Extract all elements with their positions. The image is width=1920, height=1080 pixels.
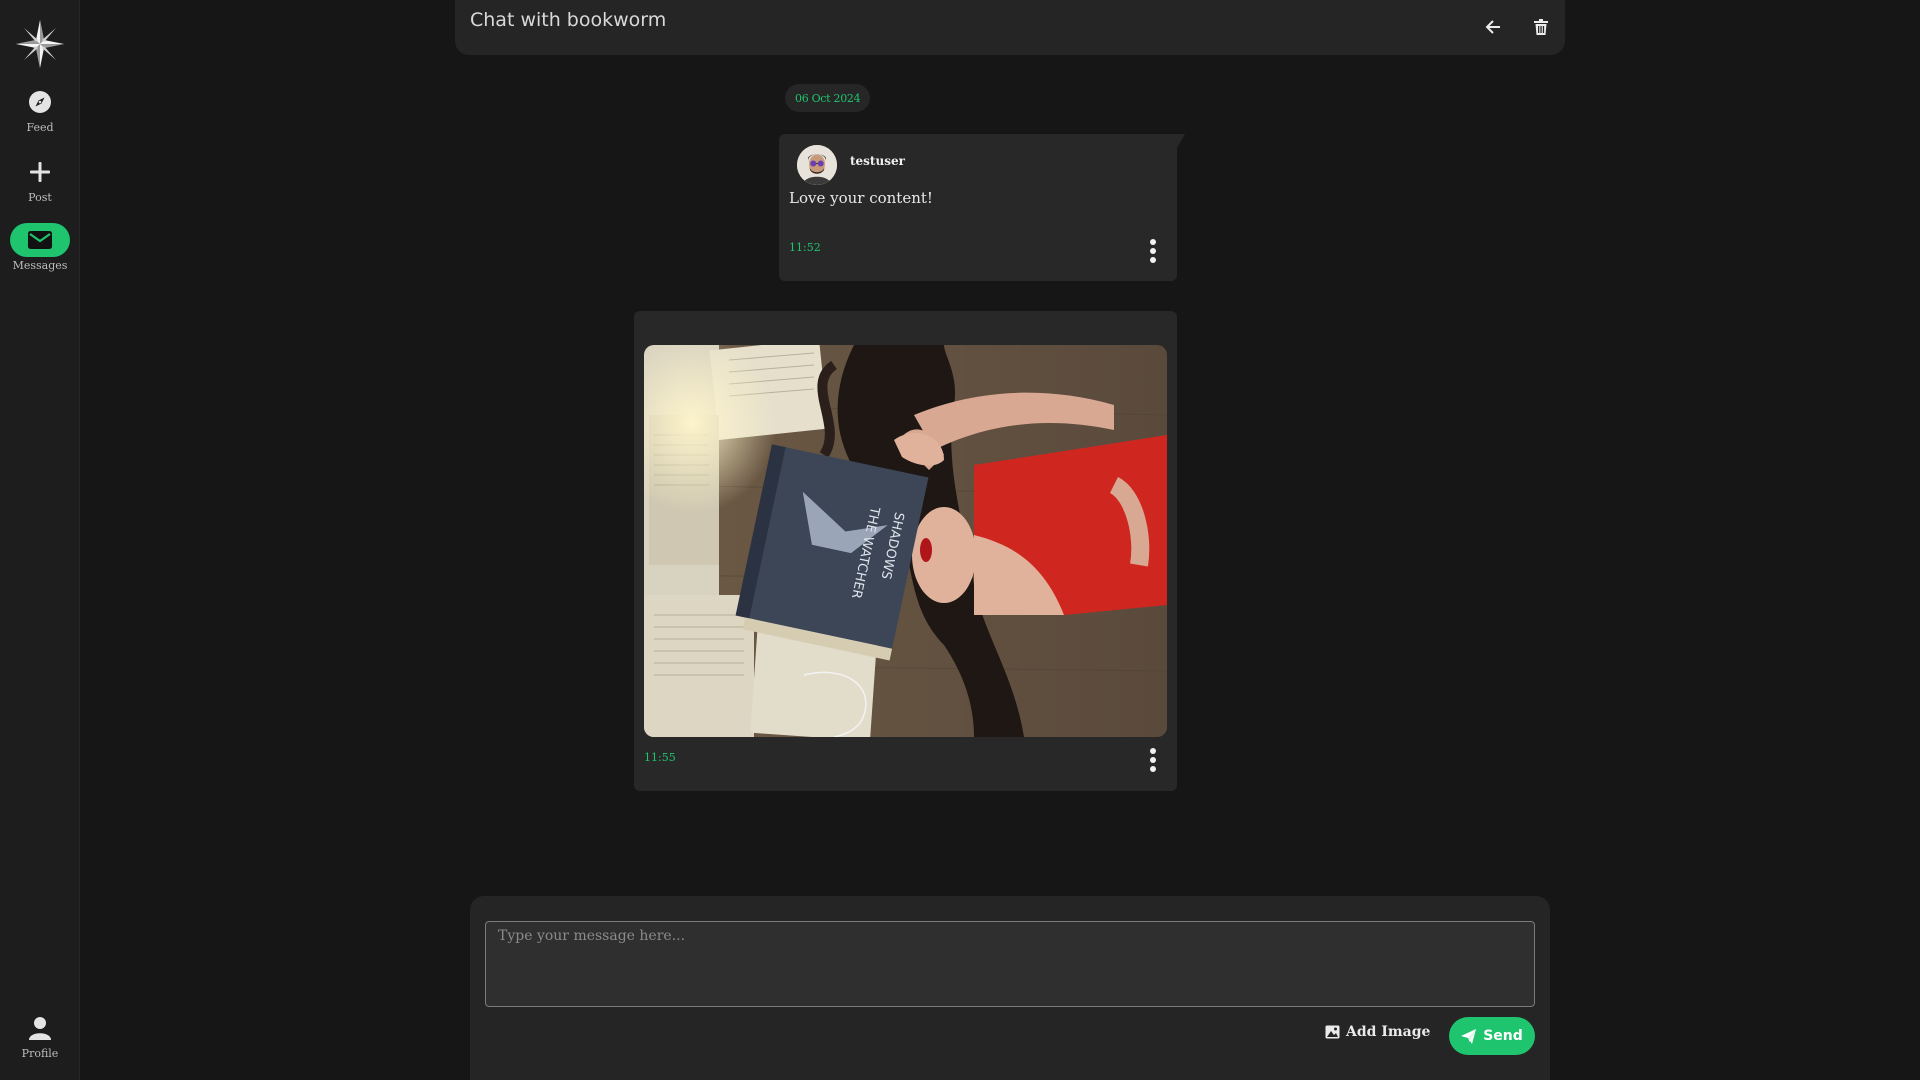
add-image-label: Add Image — [1346, 1024, 1431, 1040]
image-icon — [1325, 1025, 1340, 1039]
nav-feed-label: Feed — [26, 121, 54, 134]
message-bubble: testuser Love your content! 11:52 — [779, 134, 1185, 281]
kebab-dot — [1150, 757, 1156, 763]
back-button[interactable] — [1480, 14, 1506, 40]
nav-feed[interactable]: Feed — [0, 85, 80, 134]
chat-title: Chat with bookworm — [470, 9, 667, 31]
trash-icon — [1534, 19, 1548, 35]
paper-plane-icon — [1461, 1028, 1477, 1044]
kebab-dot — [1150, 248, 1156, 254]
nav-messages-label: Messages — [12, 259, 68, 272]
chat-header: Chat with bookworm — [455, 0, 1565, 55]
send-button[interactable]: Send — [1449, 1017, 1535, 1055]
app-logo-icon[interactable] — [14, 18, 66, 70]
plus-icon — [10, 155, 70, 189]
kebab-dot — [1150, 766, 1156, 772]
message-options-button[interactable] — [1145, 746, 1161, 774]
message-photo[interactable]: THE WATCHER SHADOWS — [644, 345, 1167, 737]
sender-name[interactable]: testuser — [850, 154, 905, 168]
message-input[interactable] — [485, 921, 1535, 1007]
message-time: 11:52 — [789, 241, 821, 254]
user-icon — [10, 1011, 70, 1045]
message-time: 11:55 — [644, 751, 676, 764]
kebab-dot — [1150, 257, 1156, 263]
delete-chat-button[interactable] — [1528, 14, 1554, 40]
nav-messages[interactable]: Messages — [0, 223, 80, 272]
image-message-bubble: THE WATCHER SHADOWS 11:55 — [634, 311, 1177, 791]
nav-profile-label: Profile — [21, 1047, 59, 1060]
envelope-icon — [10, 223, 70, 257]
avatar[interactable] — [797, 145, 837, 185]
kebab-dot — [1150, 239, 1156, 245]
sidebar: Feed Post Messages Profile — [0, 0, 80, 1080]
nav-post[interactable]: Post — [0, 155, 80, 204]
send-label: Send — [1483, 1028, 1523, 1044]
nav-post-label: Post — [28, 191, 52, 204]
date-divider: 06 Oct 2024 — [785, 84, 871, 112]
message-text: Love your content! — [789, 189, 933, 207]
arrow-left-icon — [1485, 20, 1500, 34]
kebab-dot — [1150, 748, 1156, 754]
bubble-tail — [1177, 134, 1185, 148]
compass-icon — [10, 85, 70, 119]
add-image-button[interactable]: Add Image — [1325, 1024, 1430, 1040]
message-options-button[interactable] — [1145, 237, 1161, 265]
nav-profile[interactable]: Profile — [0, 1011, 80, 1060]
message-composer: Add Image Send — [470, 896, 1550, 1080]
